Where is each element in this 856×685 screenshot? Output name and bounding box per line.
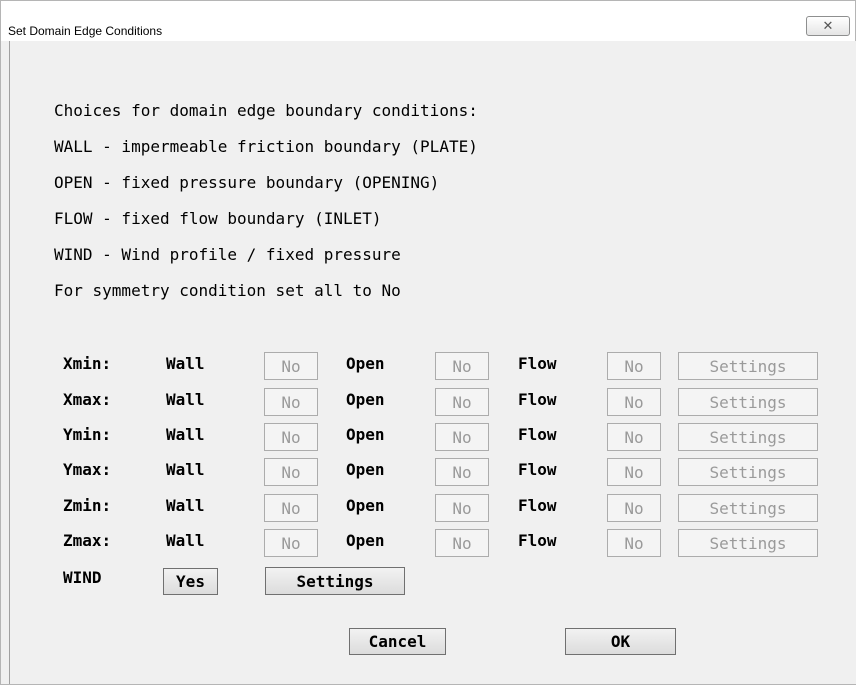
zmin-flow-button[interactable]: No <box>607 494 661 522</box>
zmin-open-button[interactable]: No <box>435 494 489 522</box>
xmin-settings-button[interactable]: Settings <box>678 352 818 380</box>
open-label: Open <box>346 531 385 550</box>
xmin-flow-button[interactable]: No <box>607 352 661 380</box>
ymax-open-button[interactable]: No <box>435 458 489 486</box>
edge-label: Zmin: <box>63 496 112 515</box>
edge-label: Xmax: <box>63 390 112 409</box>
ymax-wall-button[interactable]: No <box>264 458 318 486</box>
dialog-window: Set Domain Edge Conditions ✕ Choices for… <box>0 0 856 685</box>
flow-label: Flow <box>518 425 557 444</box>
zmax-open-button[interactable]: No <box>435 529 489 557</box>
wind-settings-button[interactable]: Settings <box>265 567 405 595</box>
info-line: For symmetry condition set all to No <box>54 281 401 300</box>
xmin-wall-button[interactable]: No <box>264 352 318 380</box>
wall-label: Wall <box>166 460 205 479</box>
edge-label: Zmax: <box>63 531 112 550</box>
info-line: WIND - Wind profile / fixed pressure <box>54 245 401 264</box>
info-line: OPEN - fixed pressure boundary (OPENING) <box>54 173 440 192</box>
edge-label: Ymax: <box>63 460 112 479</box>
open-label: Open <box>346 390 385 409</box>
zmin-settings-button[interactable]: Settings <box>678 494 818 522</box>
flow-label: Flow <box>518 354 557 373</box>
wall-label: Wall <box>166 496 205 515</box>
wall-label: Wall <box>166 531 205 550</box>
zmax-settings-button[interactable]: Settings <box>678 529 818 557</box>
flow-label: Flow <box>518 460 557 479</box>
wall-label: Wall <box>166 425 205 444</box>
info-line: WALL - impermeable friction boundary (PL… <box>54 137 478 156</box>
ymax-flow-button[interactable]: No <box>607 458 661 486</box>
flow-label: Flow <box>518 496 557 515</box>
ymin-wall-button[interactable]: No <box>264 423 318 451</box>
ymin-open-button[interactable]: No <box>435 423 489 451</box>
xmin-open-button[interactable]: No <box>435 352 489 380</box>
close-button[interactable]: ✕ <box>806 16 850 36</box>
zmax-flow-button[interactable]: No <box>607 529 661 557</box>
wall-label: Wall <box>166 390 205 409</box>
xmax-open-button[interactable]: No <box>435 388 489 416</box>
window-title: Set Domain Edge Conditions <box>8 24 163 38</box>
cancel-button[interactable]: Cancel <box>349 628 446 655</box>
info-line: Choices for domain edge boundary conditi… <box>54 101 478 120</box>
open-label: Open <box>346 425 385 444</box>
flow-label: Flow <box>518 390 557 409</box>
wind-label: WIND <box>63 568 102 587</box>
xmax-flow-button[interactable]: No <box>607 388 661 416</box>
title-bar: Set Domain Edge Conditions ✕ <box>1 1 855 41</box>
ymin-settings-button[interactable]: Settings <box>678 423 818 451</box>
open-label: Open <box>346 460 385 479</box>
xmax-wall-button[interactable]: No <box>264 388 318 416</box>
open-label: Open <box>346 496 385 515</box>
open-label: Open <box>346 354 385 373</box>
ymax-settings-button[interactable]: Settings <box>678 458 818 486</box>
info-line: FLOW - fixed flow boundary (INLET) <box>54 209 382 228</box>
ok-button[interactable]: OK <box>565 628 676 655</box>
close-icon: ✕ <box>822 18 834 33</box>
wall-label: Wall <box>166 354 205 373</box>
xmax-settings-button[interactable]: Settings <box>678 388 818 416</box>
wind-yes-button[interactable]: Yes <box>163 568 218 595</box>
zmin-wall-button[interactable]: No <box>264 494 318 522</box>
zmax-wall-button[interactable]: No <box>264 529 318 557</box>
edge-label: Ymin: <box>63 425 112 444</box>
ymin-flow-button[interactable]: No <box>607 423 661 451</box>
edge-label: Xmin: <box>63 354 112 373</box>
flow-label: Flow <box>518 531 557 550</box>
